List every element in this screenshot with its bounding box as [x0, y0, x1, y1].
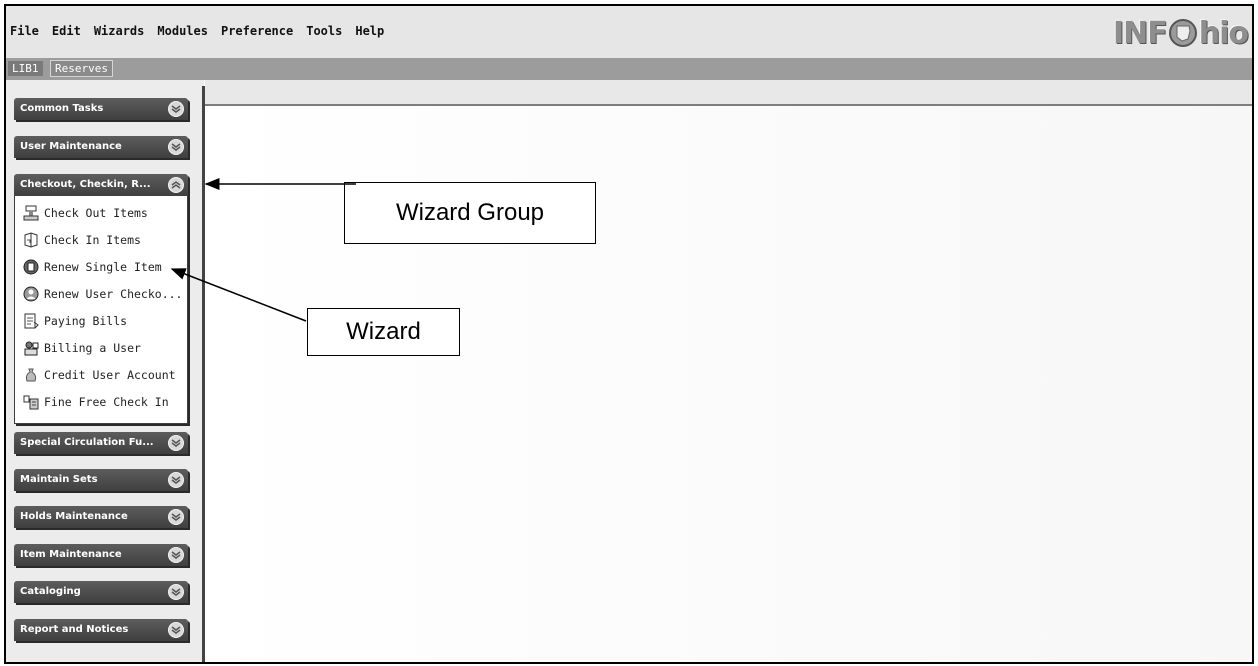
annotation-arrows	[170, 178, 356, 322]
application-window: File Edit Wizards Modules Preference Too…	[4, 4, 1254, 664]
arrow-to-wizard	[170, 268, 307, 322]
